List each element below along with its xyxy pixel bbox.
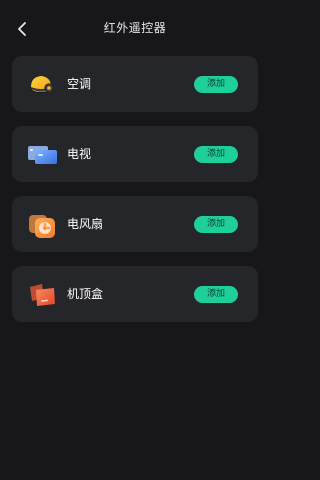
air-conditioner-icon: [30, 76, 54, 93]
page-title: 红外遥控器: [103, 21, 167, 35]
device-card-air-conditioner[interactable]: 空调 添加: [12, 56, 258, 112]
remote-control-page: 红外遥控器 空调 添加 电视 添加 电风扇 添加 机顶盒 添加: [0, 0, 270, 480]
fan-icon: [29, 215, 55, 238]
add-button[interactable]: 添加: [194, 146, 238, 163]
add-button[interactable]: 添加: [194, 286, 238, 303]
header: 红外遥控器: [0, 0, 270, 56]
device-name: 电视: [67, 147, 92, 161]
add-button[interactable]: 添加: [194, 76, 238, 93]
device-card-set-top-box[interactable]: 机顶盒 添加: [12, 266, 258, 322]
device-card-fan[interactable]: 电风扇 添加: [12, 196, 258, 252]
device-name: 电风扇: [67, 217, 104, 231]
set-top-box-icon: [30, 284, 55, 306]
tv-icon: [28, 146, 57, 164]
add-button[interactable]: 添加: [194, 216, 238, 233]
device-card-tv[interactable]: 电视 添加: [12, 126, 258, 182]
device-name: 空调: [67, 77, 92, 91]
device-name: 机顶盒: [67, 287, 104, 301]
